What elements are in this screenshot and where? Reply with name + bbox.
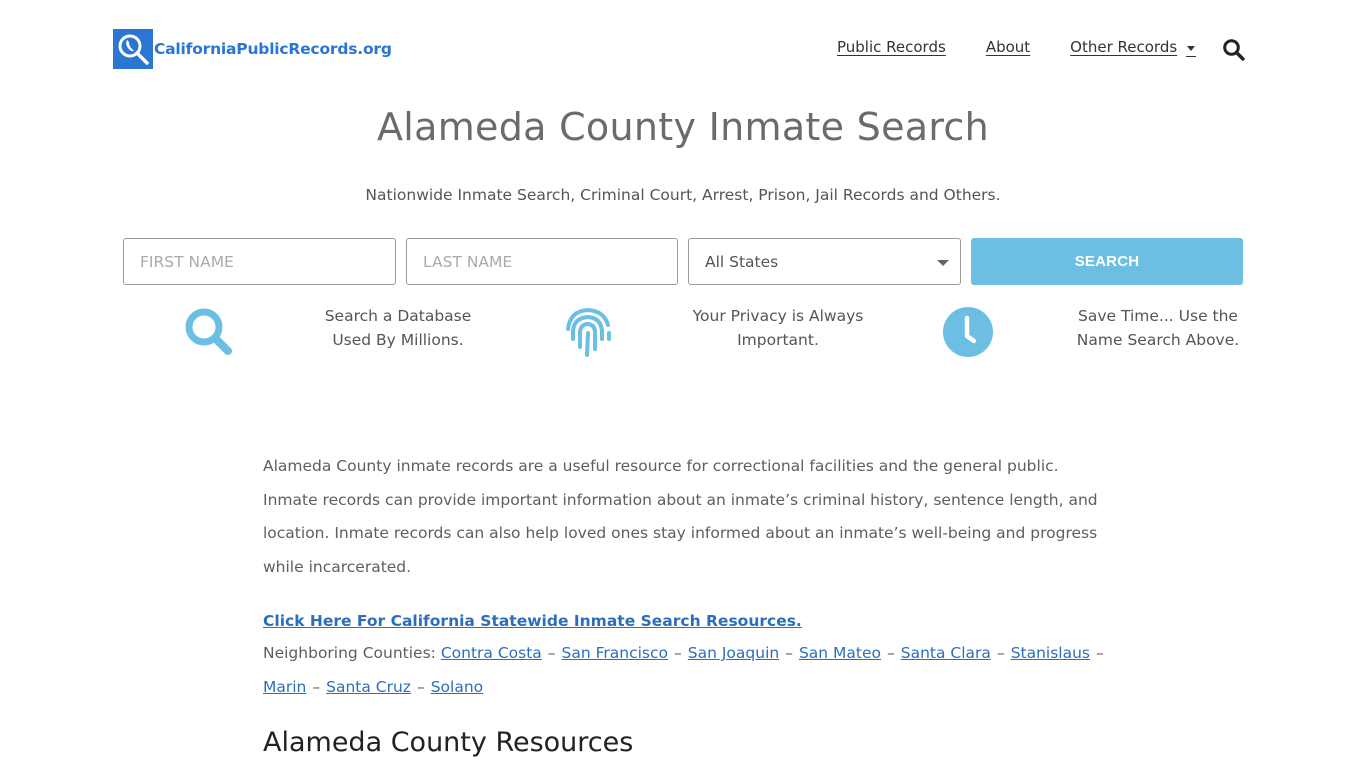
county-link[interactable]: Contra Costa [441, 644, 542, 662]
county-link[interactable]: Santa Clara [901, 644, 991, 662]
county-link[interactable]: San Joaquin [688, 644, 779, 662]
clock-icon [940, 303, 996, 359]
intro-paragraph: Alameda County inmate records are a usef… [263, 457, 1098, 577]
state-select[interactable]: All States [688, 238, 961, 285]
main-content: Alameda County inmate records are a usef… [263, 450, 1113, 704]
county-link[interactable]: Stanislaus [1011, 644, 1090, 662]
resources-heading: Alameda County Resources [263, 727, 634, 758]
caret-down-icon [1186, 45, 1197, 57]
search-form: All States SEARCH [123, 238, 1243, 285]
state-select-value: All States [705, 252, 779, 271]
county-link[interactable]: Marin [263, 678, 306, 696]
neighbors-label: Neighboring Counties: [263, 643, 436, 662]
search-button[interactable]: SEARCH [971, 238, 1243, 285]
feature-text-privacy: Your Privacy is Always Important. [692, 307, 864, 349]
neighboring-counties: Neighboring Counties: Contra Costa – San F… [263, 643, 1104, 696]
page-title: Alameda County Inmate Search [376, 105, 990, 149]
nav-other-records[interactable]: Other Records [1070, 38, 1197, 57]
first-name-input[interactable] [123, 238, 396, 285]
site-logo[interactable]: CaliforniaPublicRecords.org [113, 29, 392, 69]
feature-text-save-time: Save Time... Use the Name Search Above. [1076, 307, 1240, 349]
site-header: CaliforniaPublicRecords.org Public Recor… [0, 0, 1366, 100]
last-name-input[interactable] [406, 238, 678, 285]
features-row: Search a Database Used By Millions. Your… [123, 300, 1263, 370]
statewide-resources-link[interactable]: Click Here For California Statewide Inma… [263, 612, 802, 630]
nav-about[interactable]: About [986, 38, 1030, 56]
nav-public-records[interactable]: Public Records [837, 38, 946, 56]
dropdown-arrow-icon [937, 260, 949, 266]
logo-magnifier-icon [113, 29, 153, 69]
feature-text-database: Search a Database Used By Millions. [324, 307, 472, 349]
nav-other-records-label: Other Records [1070, 38, 1178, 56]
search-icon[interactable] [1222, 38, 1246, 62]
magnifier-icon [180, 303, 236, 359]
page-subtitle: Nationwide Inmate Search, Criminal Court… [365, 186, 1001, 204]
main-nav: Public Records About Other Records [837, 38, 1197, 57]
county-link[interactable]: San Mateo [799, 644, 881, 662]
county-link[interactable]: Santa Cruz [326, 678, 411, 696]
county-link[interactable]: San Francisco [562, 644, 668, 662]
county-link[interactable]: Solano [431, 678, 483, 696]
logo-text: CaliforniaPublicRecords.org [154, 40, 392, 58]
fingerprint-icon [560, 303, 616, 359]
